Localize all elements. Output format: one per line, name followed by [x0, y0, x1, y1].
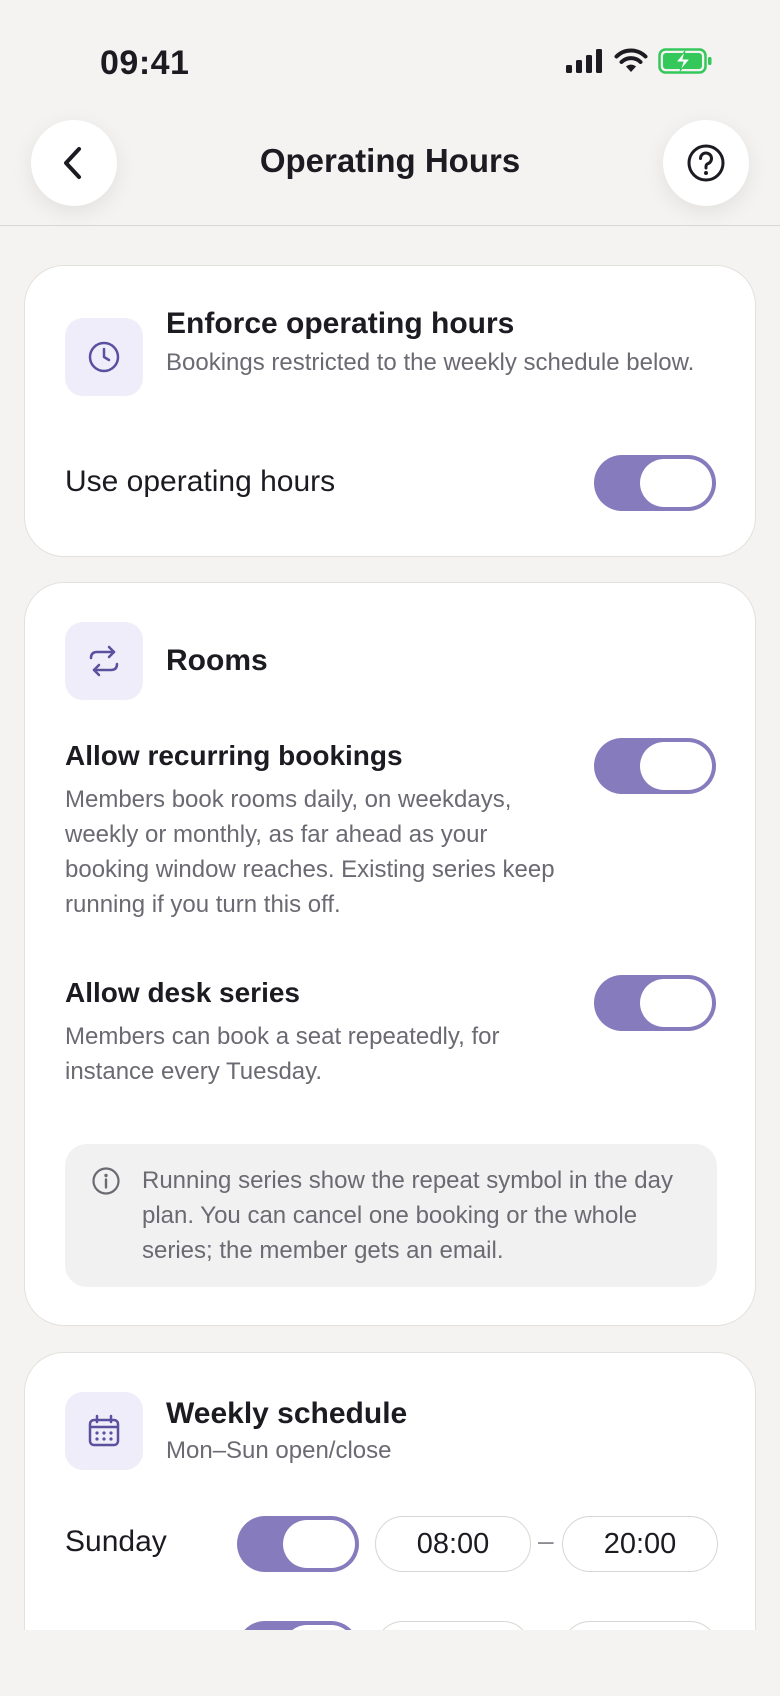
schedule-subtitle: Mon–Sun open/close — [166, 1437, 392, 1464]
recurring-description: Members book rooms daily, on weekdays, w… — [65, 786, 555, 918]
bottom-safe-area — [0, 1630, 780, 1696]
signal-icon — [566, 49, 602, 73]
sunday-close-time[interactable]: 20:00 — [562, 1516, 718, 1572]
sunday-toggle[interactable] — [237, 1516, 359, 1572]
recurring-toggle[interactable] — [594, 738, 716, 794]
desk-series-toggle[interactable] — [594, 975, 716, 1031]
calendar-icon — [88, 1414, 120, 1447]
help-circle-icon — [687, 144, 725, 182]
info-text: Running series show the repeat symbol in… — [142, 1167, 673, 1264]
schedule-title: Weekly schedule — [166, 1397, 408, 1430]
use-hours-toggle[interactable] — [594, 455, 716, 511]
enforce-subtitle: Bookings restricted to the weekly schedu… — [166, 349, 695, 376]
toggle-knob — [640, 459, 712, 507]
time-separator: – — [538, 1525, 554, 1556]
rooms-title: Rooms — [166, 644, 268, 677]
status-icons — [566, 48, 712, 74]
enforce-hours-card: Enforce operating hours Bookings restric… — [24, 265, 756, 557]
desk-series-title: Allow desk series — [65, 977, 301, 1008]
desk-series-description: Members can book a seat repeatedly, for … — [65, 1023, 500, 1085]
info-box: Running series show the repeat symbol in… — [65, 1144, 717, 1287]
schedule-icon-tile — [65, 1392, 143, 1470]
enforce-icon-tile — [65, 318, 143, 396]
status-bar: 09:41 — [0, 0, 780, 110]
battery-charging-icon — [658, 48, 712, 74]
help-button[interactable] — [663, 120, 749, 206]
sunday-open-time[interactable]: 08:00 — [375, 1516, 531, 1572]
enforce-title: Enforce operating hours — [166, 307, 515, 340]
status-time: 09:41 — [100, 44, 190, 82]
toggle-knob — [640, 979, 712, 1027]
wifi-icon — [614, 48, 648, 72]
rooms-icon-tile — [65, 622, 143, 700]
clock-icon — [88, 341, 120, 373]
toggle-knob — [283, 1520, 355, 1568]
rooms-card: Rooms Allow recurring bookings Members b… — [24, 582, 756, 1326]
use-hours-label: Use operating hours — [65, 465, 336, 498]
repeat-icon — [89, 645, 119, 677]
info-icon — [92, 1167, 120, 1195]
nav-bar: Operating Hours — [0, 112, 780, 226]
day-label-sunday: Sunday — [65, 1525, 167, 1558]
toggle-knob — [640, 742, 712, 790]
recurring-title: Allow recurring bookings — [65, 740, 403, 771]
